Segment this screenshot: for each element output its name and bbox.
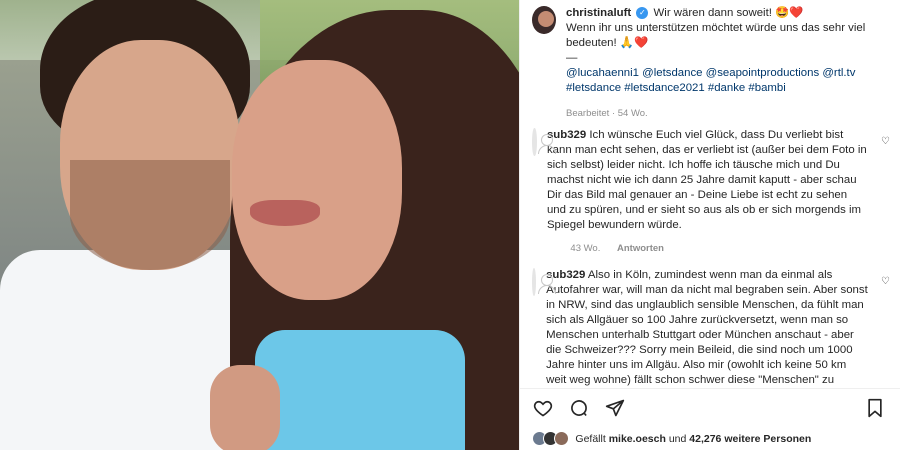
likes-count[interactable]: 42,276	[689, 433, 721, 445]
comment-item: sub329 Also in Köln, zumindest wenn man …	[532, 268, 890, 386]
reply-button[interactable]: Antworten	[617, 243, 664, 254]
caption-mentions[interactable]: @lucahaenni1 @letsdance @seapointproduct…	[566, 67, 855, 79]
comment-body: sub329 Ich wünsche Euch viel Glück, dass…	[547, 128, 890, 233]
post-photo[interactable]	[0, 0, 520, 450]
likes-middle: und	[668, 432, 687, 445]
likes-prefix: Gefällt	[575, 432, 606, 445]
caption-separator: —	[566, 52, 578, 64]
commenter-avatar[interactable]	[532, 268, 555, 296]
photo-woman-face	[232, 60, 402, 300]
photo-man-beard	[70, 160, 230, 270]
post-meta: Bearbeitet · 54 Wo.	[566, 108, 648, 119]
share-icon[interactable]	[604, 397, 626, 419]
caption-text: christinaluft ✓ Wir wären dann soweit! 🤩…	[566, 6, 890, 121]
comment-like-heart-icon[interactable]: ♡	[881, 276, 890, 287]
comment-like-heart-icon[interactable]: ♡	[881, 136, 890, 147]
liker-avatars	[532, 431, 570, 446]
verified-badge-icon: ✓	[636, 6, 649, 19]
comment-body: sub329 Also in Köln, zumindest wenn man …	[546, 268, 890, 386]
post-caption: christinaluft ✓ Wir wären dann soweit! 🤩…	[532, 6, 890, 121]
author-username[interactable]: christinaluft	[566, 7, 631, 19]
photo-hand	[210, 365, 280, 450]
likes-suffix[interactable]: weitere Personen	[724, 433, 811, 445]
post-actions-bar: Gefällt mike.oesch und 42,276 weitere Pe…	[520, 388, 900, 451]
instagram-post-view: christinaluft ✓ Wir wären dann soweit! 🤩…	[0, 0, 900, 451]
caption-line-1: Wir wären dann soweit! 🤩❤️	[653, 7, 804, 19]
comment-age: 43 Wo.	[570, 243, 601, 254]
photo-woman-lips	[250, 200, 320, 226]
commenter-avatar[interactable]	[532, 128, 555, 156]
comment-item: sub329 Ich wünsche Euch viel Glück, dass…	[532, 128, 890, 254]
likes-summary[interactable]: Gefällt mike.oesch und 42,276 weitere Pe…	[532, 431, 811, 446]
comment-text: Ich wünsche Euch viel Glück, dass Du ver…	[546, 129, 867, 231]
post-side-panel: christinaluft ✓ Wir wären dann soweit! 🤩…	[519, 0, 900, 451]
comment-text: Also in Köln, zumindest wenn man da einm…	[546, 269, 868, 386]
caption-hashtags[interactable]: #letsdance #letsdance2021 #danke #bambi	[566, 82, 786, 94]
bookmark-icon[interactable]	[864, 397, 886, 419]
author-avatar[interactable]	[532, 6, 556, 34]
photo-woman-dress	[255, 330, 465, 450]
action-icons	[532, 397, 626, 419]
caption-line-2: Wenn ihr uns unterstützen möchtet würde …	[566, 22, 866, 49]
likes-user[interactable]: mike.oesch	[609, 433, 666, 445]
heart-icon[interactable]	[532, 397, 554, 419]
comment-icon[interactable]	[568, 397, 590, 419]
comment-actions: 43 Wo. Antworten	[570, 243, 890, 254]
